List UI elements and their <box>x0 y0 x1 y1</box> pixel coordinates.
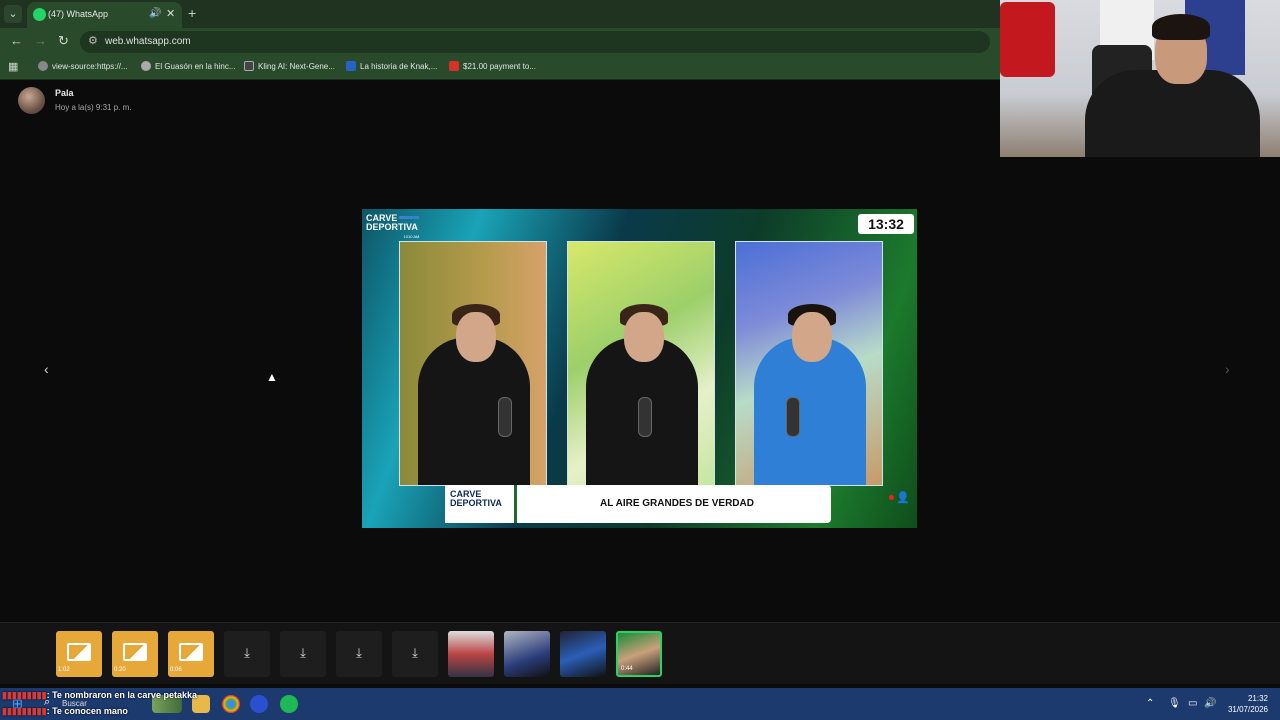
tab-title: (47) WhatsApp <box>48 9 109 19</box>
microphone-icon[interactable]: 🎙 <box>1168 698 1181 709</box>
lower-third-title: AL AIRE GRANDES DE VERDAD <box>600 498 754 509</box>
media-thumbnail[interactable]: ⤓ <box>336 631 382 677</box>
media-thumbnail[interactable]: 1:02 <box>56 631 102 677</box>
logo-stripe <box>399 216 420 219</box>
webcam-overlay <box>1000 0 1280 157</box>
browser-tab-strip: ⌄ (47) WhatsApp 🔊 ✕ + <box>0 0 1000 28</box>
thumbnail-duration: 0:44 <box>621 666 633 672</box>
download-icon[interactable]: ⤓ <box>392 645 438 661</box>
sender-name: Pala <box>55 88 74 98</box>
media-thumbnail[interactable]: 0:20 <box>112 631 158 677</box>
download-icon[interactable]: ⤓ <box>280 645 326 661</box>
media-thumbnail[interactable]: ⤓ <box>392 631 438 677</box>
live-dot-icon <box>889 495 894 500</box>
media-thumbnail[interactable] <box>448 631 494 677</box>
globe-icon <box>141 61 151 71</box>
broadcast-logo: CARVE DEPORTIVA 1010 AM <box>366 213 420 239</box>
browser-toolbar: ← → ↻ ⚙ web.whatsapp.com <box>0 28 1000 56</box>
media-thumbnail[interactable]: ⤓ <box>224 631 270 677</box>
microphone <box>786 397 800 437</box>
host-face <box>792 312 832 362</box>
spotify-icon[interactable] <box>280 695 298 713</box>
network-icon[interactable]: ▭ <box>1188 698 1197 709</box>
image-placeholder-icon <box>67 643 91 661</box>
site-icon <box>346 61 356 71</box>
ea-app-icon[interactable] <box>250 695 268 713</box>
user-icon: 👤 <box>896 492 910 504</box>
media-thumbnail[interactable]: ⤓ <box>280 631 326 677</box>
live-badge: 👤 <box>889 491 911 507</box>
kling-icon <box>244 61 254 71</box>
media-thumbnail-selected[interactable]: 0:44 <box>616 631 662 677</box>
video-panel-right <box>735 241 883 486</box>
broadcast-timer: 13:32 <box>858 214 914 234</box>
microphone <box>498 397 512 437</box>
mouse-cursor-icon: ▲ <box>266 370 278 384</box>
avatar[interactable] <box>18 87 45 114</box>
image-placeholder-icon <box>179 643 203 661</box>
thumbnail-duration: 1:02 <box>58 667 70 673</box>
apps-grid-icon[interactable]: ▦ <box>8 60 18 73</box>
bookmarks-bar: ▦ view-source:https://... El Guasón en l… <box>0 56 1000 80</box>
host-face <box>624 312 664 362</box>
host-face <box>456 312 496 362</box>
tab-search-icon[interactable]: ⌄ <box>4 5 22 23</box>
whatsapp-icon <box>33 8 46 21</box>
new-tab-button[interactable]: + <box>188 5 196 21</box>
media-thumbnail[interactable]: 0:06 <box>168 631 214 677</box>
back-icon[interactable]: ← <box>10 33 23 48</box>
streamer-hair <box>1152 14 1210 40</box>
stream-chat-message: ▮▮▮▮▮▮▮▮▮: Te conocen mano <box>2 706 128 716</box>
stream-chat-message: ▮▮▮▮▮▮▮▮▮: Te nombraron en la carve peta… <box>2 690 197 700</box>
next-media-icon[interactable]: › <box>1225 361 1230 377</box>
thumbnail-duration: 0:06 <box>170 667 182 673</box>
system-clock[interactable]: 21:32 31/07/2026 <box>1222 693 1268 715</box>
download-icon[interactable]: ⤓ <box>224 645 270 661</box>
tray-chevron-icon[interactable]: ⌃ <box>1146 698 1154 709</box>
site-info-icon[interactable]: ⚙ <box>88 34 98 47</box>
address-url[interactable]: web.whatsapp.com <box>105 36 191 47</box>
volume-icon[interactable]: 🔊 <box>1204 698 1216 709</box>
bookmark-item[interactable]: Kling AI: Next-Gene... <box>244 61 335 71</box>
bookmark-item[interactable]: El Guasón en la hinc... <box>141 61 236 71</box>
reload-icon[interactable]: ↻ <box>58 33 69 49</box>
media-thumbnail[interactable] <box>560 631 606 677</box>
previous-media-icon[interactable]: ‹ <box>44 361 49 377</box>
media-thumbnail[interactable] <box>504 631 550 677</box>
lower-third-banner: CARVE DEPORTIVA AL AIRE GRANDES DE VERDA… <box>445 485 831 523</box>
forward-icon[interactable]: → <box>34 33 47 48</box>
bookmark-item[interactable]: view-source:https://... <box>38 61 128 71</box>
chrome-icon[interactable] <box>222 695 240 713</box>
bookmark-item[interactable]: La historia de Knak,... <box>346 61 437 71</box>
chat-username: ▮▮▮▮▮▮▮▮▮ <box>2 706 47 716</box>
screen: ⌄ (47) WhatsApp 🔊 ✕ + ← → ↻ ⚙ web.whatsa… <box>0 0 1280 720</box>
bookmark-item[interactable]: $21.00 payment to... <box>449 61 536 71</box>
address-bar[interactable]: ⚙ web.whatsapp.com <box>80 31 990 53</box>
globe-icon <box>38 61 48 71</box>
video-panel-left <box>399 241 547 486</box>
close-tab-icon[interactable]: ✕ <box>166 7 175 20</box>
media-thumbnail-strip: 1:02 0:20 0:06 ⤓ ⤓ ⤓ ⤓ 0:44 <box>0 622 1280 684</box>
image-placeholder-icon <box>123 643 147 661</box>
gmail-icon <box>449 61 459 71</box>
video-panel-center <box>567 241 715 486</box>
chat-username: ▮▮▮▮▮▮▮▮▮ <box>2 690 47 700</box>
sender-timestamp: Hoy a la(s) 9:31 p. m. <box>55 103 132 112</box>
speaker-icon[interactable]: 🔊 <box>149 8 161 19</box>
tab-whatsapp[interactable]: (47) WhatsApp 🔊 ✕ <box>27 2 182 28</box>
download-icon[interactable]: ⤓ <box>336 645 382 661</box>
microphone <box>638 397 652 437</box>
wall-jersey <box>1000 2 1055 77</box>
media-video-frame[interactable]: CARVE DEPORTIVA 1010 AM 13:32 CARVE DEPO… <box>362 209 917 528</box>
thumbnail-duration: 0:20 <box>114 667 126 673</box>
lower-third-logo: CARVE DEPORTIVA <box>445 485 517 523</box>
